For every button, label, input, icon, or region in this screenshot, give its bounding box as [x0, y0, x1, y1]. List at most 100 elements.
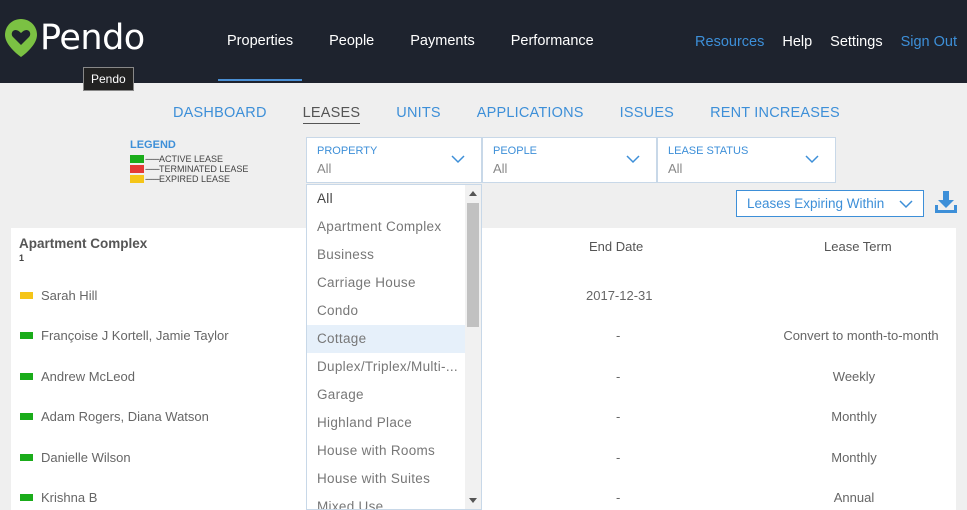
filter-label: PEOPLE — [493, 145, 538, 157]
resources-link[interactable]: Resources — [695, 34, 764, 50]
end-date: - — [616, 450, 621, 465]
dropdown-option[interactable]: Apartment Complex — [307, 213, 465, 241]
select-label: Leases Expiring Within — [747, 196, 885, 211]
subnav-applications[interactable]: APPLICATIONS — [477, 105, 584, 124]
filter-label: PROPERTY — [317, 145, 378, 157]
property-filter[interactable]: PROPERTY All — [306, 137, 482, 183]
lease-legend: LEGEND ------- ACTIVE LEASE ------- TERM… — [130, 139, 248, 184]
tenant-name[interactable]: Danielle Wilson — [41, 450, 131, 465]
dropdown-option[interactable]: House with Rooms — [307, 437, 465, 465]
nav-payments[interactable]: Payments — [401, 0, 483, 83]
green-swatch — [130, 155, 144, 163]
property-dropdown-list[interactable]: All Apartment Complex Business Carriage … — [306, 184, 482, 510]
dropdown-option[interactable]: Highland Place — [307, 409, 465, 437]
dropdown-option[interactable]: Mixed Use — [307, 493, 465, 509]
nav-properties[interactable]: Properties — [218, 0, 303, 83]
active-status-indicator — [20, 494, 33, 501]
legend-item-active: ------- ACTIVE LEASE — [130, 154, 248, 164]
leases-table: Apartment Complex 1 End Date Lease Term … — [11, 228, 956, 510]
group-title: Apartment Complex — [19, 236, 148, 251]
download-icon[interactable] — [934, 190, 958, 214]
legend-title: LEGEND — [130, 139, 176, 151]
red-swatch — [130, 165, 144, 173]
table-row[interactable]: Sarah Hill 2017-12-31 — [11, 286, 956, 306]
legend-dashes: ------- — [145, 174, 160, 184]
end-date: - — [616, 369, 621, 384]
end-date: - — [616, 490, 621, 505]
dropdown-option[interactable]: House with Suites — [307, 465, 465, 493]
dropdown-option[interactable]: Carriage House — [307, 269, 465, 297]
filter-value: All — [317, 161, 332, 176]
dropdown-option[interactable]: Business — [307, 241, 465, 269]
dropdown-option[interactable]: Duplex/Triplex/Multi-... — [307, 353, 465, 381]
people-filter[interactable]: PEOPLE All — [482, 137, 657, 183]
lease-term: Monthly — [831, 409, 877, 424]
chevron-down-icon — [805, 155, 819, 164]
legend-item-expired: ------- EXPIRED LEASE — [130, 174, 248, 184]
legend-item-terminated: ------- TERMINATED LEASE — [130, 164, 248, 174]
subnav-units[interactable]: UNITS — [396, 105, 441, 124]
dropdown-option[interactable]: Condo — [307, 297, 465, 325]
filter-value: All — [668, 161, 683, 176]
pendo-logo[interactable]: Pendo — [4, 18, 145, 58]
help-link[interactable]: Help — [782, 34, 812, 50]
active-status-indicator — [20, 332, 33, 339]
scrollbar-thumb[interactable] — [467, 203, 479, 327]
table-row[interactable]: Andrew McLeod - Weekly — [11, 367, 956, 387]
tenant-name[interactable]: Andrew McLeod — [41, 369, 135, 384]
active-status-indicator — [20, 373, 33, 380]
active-status-indicator — [20, 413, 33, 420]
legend-label: ACTIVE LEASE — [158, 154, 224, 164]
table-row[interactable]: Danielle Wilson - Monthly — [11, 448, 956, 468]
dropdown-option-hovered[interactable]: Cottage — [307, 325, 465, 353]
legend-label: TERMINATED LEASE — [158, 164, 249, 174]
end-date: - — [616, 409, 621, 424]
chevron-down-icon — [626, 155, 640, 164]
lease-term: Convert to month-to-month — [783, 328, 939, 343]
top-navigation-bar: Pendo Properties People Payments Perform… — [0, 0, 967, 83]
yellow-swatch — [130, 175, 144, 183]
settings-link[interactable]: Settings — [830, 34, 882, 50]
nav-performance[interactable]: Performance — [502, 0, 603, 83]
scroll-down-arrow-icon[interactable] — [469, 498, 477, 503]
subnav-dashboard[interactable]: DASHBOARD — [173, 105, 267, 124]
main-nav: Properties People Payments Performance — [218, 0, 603, 83]
leases-expiring-within-select[interactable]: Leases Expiring Within — [736, 190, 924, 217]
column-header-lease-term[interactable]: Lease Term — [824, 239, 892, 254]
chevron-down-icon — [451, 155, 465, 164]
subnav-leases[interactable]: LEASES — [302, 105, 361, 124]
chevron-down-icon — [899, 200, 913, 209]
active-status-indicator — [20, 454, 33, 461]
subnav-rent-increases[interactable]: RENT INCREASES — [710, 105, 840, 124]
logo-tooltip: Pendo — [83, 67, 134, 91]
legend-dashes: ------- — [145, 164, 160, 174]
end-date: 2017-12-31 — [586, 288, 653, 303]
tenant-name[interactable]: Krishna B — [41, 490, 97, 505]
dropdown-option[interactable]: Garage — [307, 381, 465, 409]
subnav-issues[interactable]: ISSUES — [620, 105, 674, 124]
group-count: 1 — [19, 253, 25, 263]
end-date: - — [616, 328, 621, 343]
tenant-name[interactable]: Françoise J Kortell, Jamie Taylor — [41, 328, 229, 343]
tenant-name[interactable]: Adam Rogers, Diana Watson — [41, 409, 209, 424]
expired-status-indicator — [20, 292, 33, 299]
lease-term: Annual — [833, 490, 875, 505]
dropdown-scrollbar[interactable] — [465, 185, 481, 509]
tenant-name[interactable]: Sarah Hill — [41, 288, 97, 303]
table-row[interactable]: Françoise J Kortell, Jamie Taylor - Conv… — [11, 326, 956, 346]
legend-dashes: ------- — [145, 154, 160, 164]
sign-out-link[interactable]: Sign Out — [901, 34, 957, 50]
lease-status-filter[interactable]: LEASE STATUS All — [657, 137, 836, 183]
scroll-up-arrow-icon[interactable] — [469, 191, 477, 196]
leases-subnav: DASHBOARD LEASES UNITS APPLICATIONS ISSU… — [173, 105, 876, 124]
table-row[interactable]: Krishna B - Annual — [11, 488, 956, 508]
nav-people[interactable]: People — [320, 0, 383, 83]
lease-filters: PROPERTY All PEOPLE All LEASE STATUS All — [306, 137, 836, 183]
account-nav: Resources Help Settings Sign Out — [677, 0, 957, 83]
table-row[interactable]: Adam Rogers, Diana Watson - Monthly — [11, 407, 956, 427]
location-heart-icon — [5, 19, 37, 57]
lease-term: Monthly — [831, 450, 877, 465]
column-header-end-date[interactable]: End Date — [589, 239, 643, 254]
filter-label: LEASE STATUS — [668, 145, 749, 157]
dropdown-option[interactable]: All — [307, 185, 465, 213]
